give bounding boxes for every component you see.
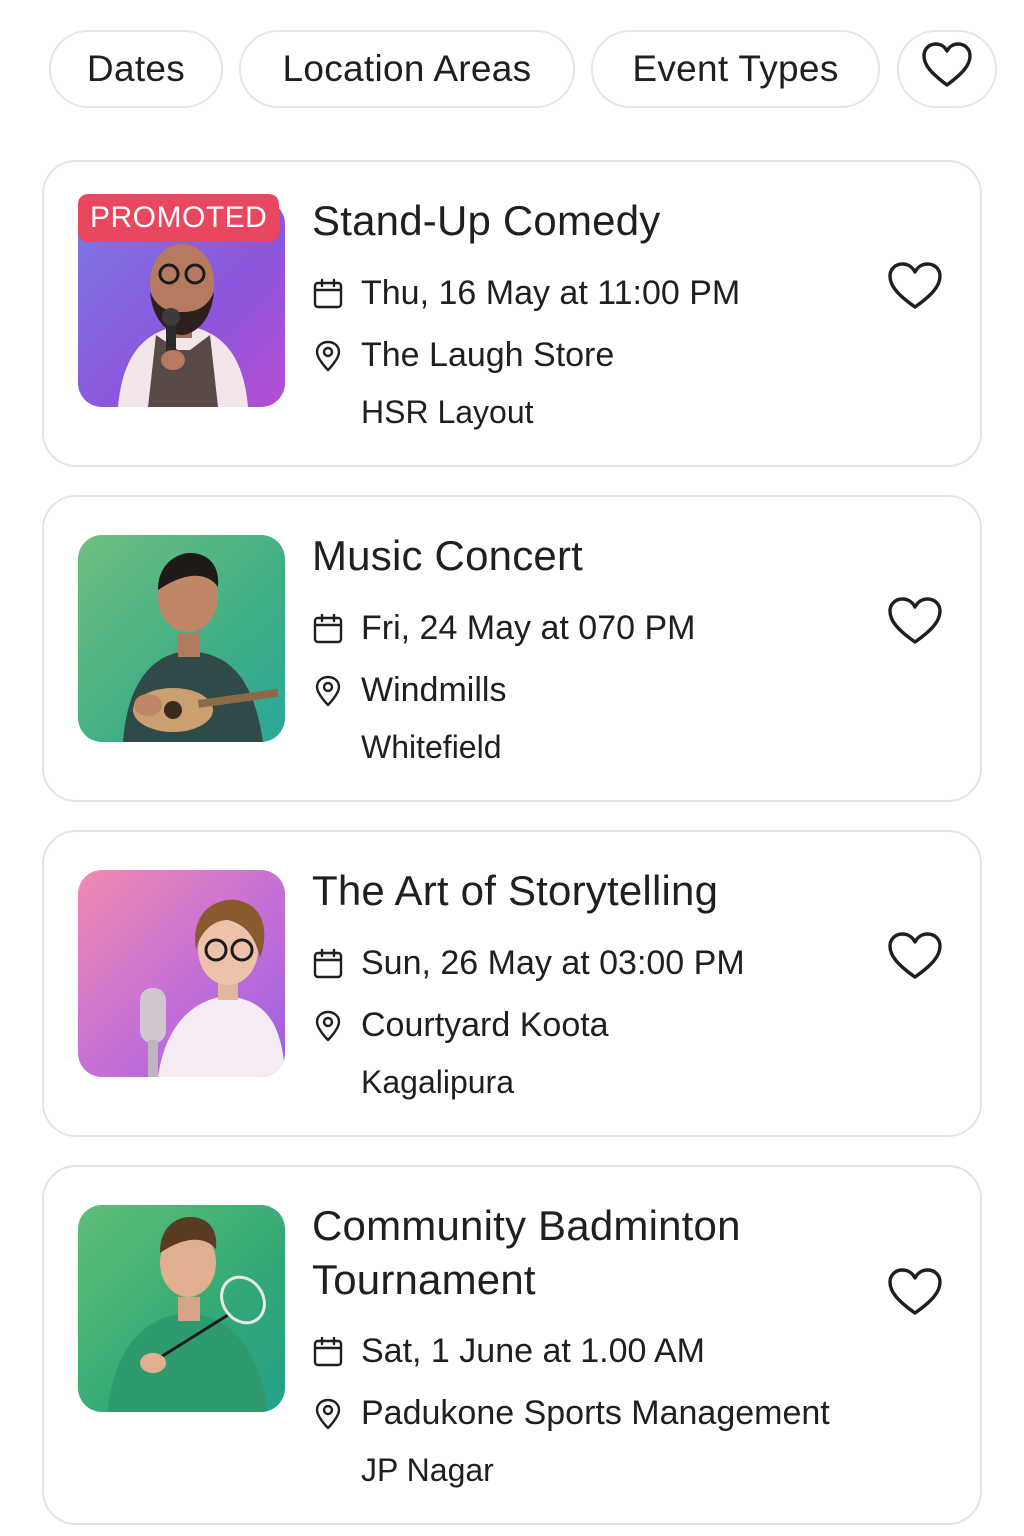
event-date-row: Fri, 24 May at 070 PM [312,609,695,648]
event-image [78,535,285,742]
event-image [78,870,285,1077]
event-date-row: Sun, 26 May at 03:00 PM [312,944,745,983]
location-pin-icon [312,1397,344,1431]
filter-chip-event-types-label: Event Types [632,48,839,89]
location-pin-icon [312,1009,344,1043]
event-venue: Padukone Sports Management [361,1394,830,1432]
event-venue-row: Windmills [312,671,506,710]
event-area: Whitefield [361,729,502,765]
event-card[interactable]: Music Concert Fri, 24 May at 070 PM Wind… [42,495,982,802]
event-area: JP Nagar [361,1452,494,1488]
event-venue-row: The Laugh Store [312,336,614,375]
promoted-badge: PROMOTED [78,194,280,242]
event-title: Community Badminton Tournament [312,1202,741,1303]
event-title: Music Concert [312,532,584,579]
event-date-row: Sat, 1 June at 1.00 AM [312,1332,705,1371]
filter-chip-favorites[interactable] [897,30,997,108]
heart-icon [887,932,943,985]
event-area: HSR Layout [361,394,534,430]
location-pin-icon [312,339,344,373]
event-date: Thu, 16 May at 11:00 PM [361,274,741,312]
filter-chip-location-areas[interactable]: Location Areas [239,30,575,108]
event-image [78,1205,285,1412]
event-card[interactable]: PROMOTED Stand-Up Comedy Thu, 16 May at … [42,160,982,467]
filter-bar: Dates Location Areas Event Types [0,30,1024,110]
calendar-icon [312,277,344,311]
event-date: Fri, 24 May at 070 PM [361,609,696,647]
event-date-row: Thu, 16 May at 11:00 PM [312,274,740,313]
filter-chip-dates-label: Dates [86,48,186,89]
heart-icon [887,262,943,315]
favorite-button[interactable] [887,931,943,981]
filter-chip-event-types[interactable]: Event Types [591,30,880,108]
calendar-icon [312,1335,344,1369]
event-venue-row: Courtyard Koota [312,1006,609,1045]
calendar-icon [312,947,344,981]
heart-icon [887,1268,943,1321]
event-card[interactable]: Community Badminton Tournament Sat, 1 Ju… [42,1165,982,1525]
event-title: The Art of Storytelling [312,867,719,914]
event-date: Sat, 1 June at 1.00 AM [361,1332,706,1370]
location-pin-icon [312,674,344,708]
favorite-button[interactable] [887,1267,943,1317]
filter-chip-location-label: Location Areas [282,48,532,89]
event-date: Sun, 26 May at 03:00 PM [361,944,745,982]
event-venue: The Laugh Store [361,336,615,374]
event-card[interactable]: The Art of Storytelling Sun, 26 May at 0… [42,830,982,1137]
event-venue: Windmills [361,671,507,709]
heart-icon [887,597,943,650]
calendar-icon [312,612,344,646]
heart-icon [921,41,973,98]
favorite-button[interactable] [887,261,943,311]
favorite-button[interactable] [887,596,943,646]
event-area: Kagalipura [361,1064,514,1100]
filter-chip-dates[interactable]: Dates [49,30,223,108]
event-title: Stand-Up Comedy [312,197,661,244]
event-venue: Courtyard Koota [361,1006,609,1044]
event-venue-row: Padukone Sports Management [312,1394,830,1433]
